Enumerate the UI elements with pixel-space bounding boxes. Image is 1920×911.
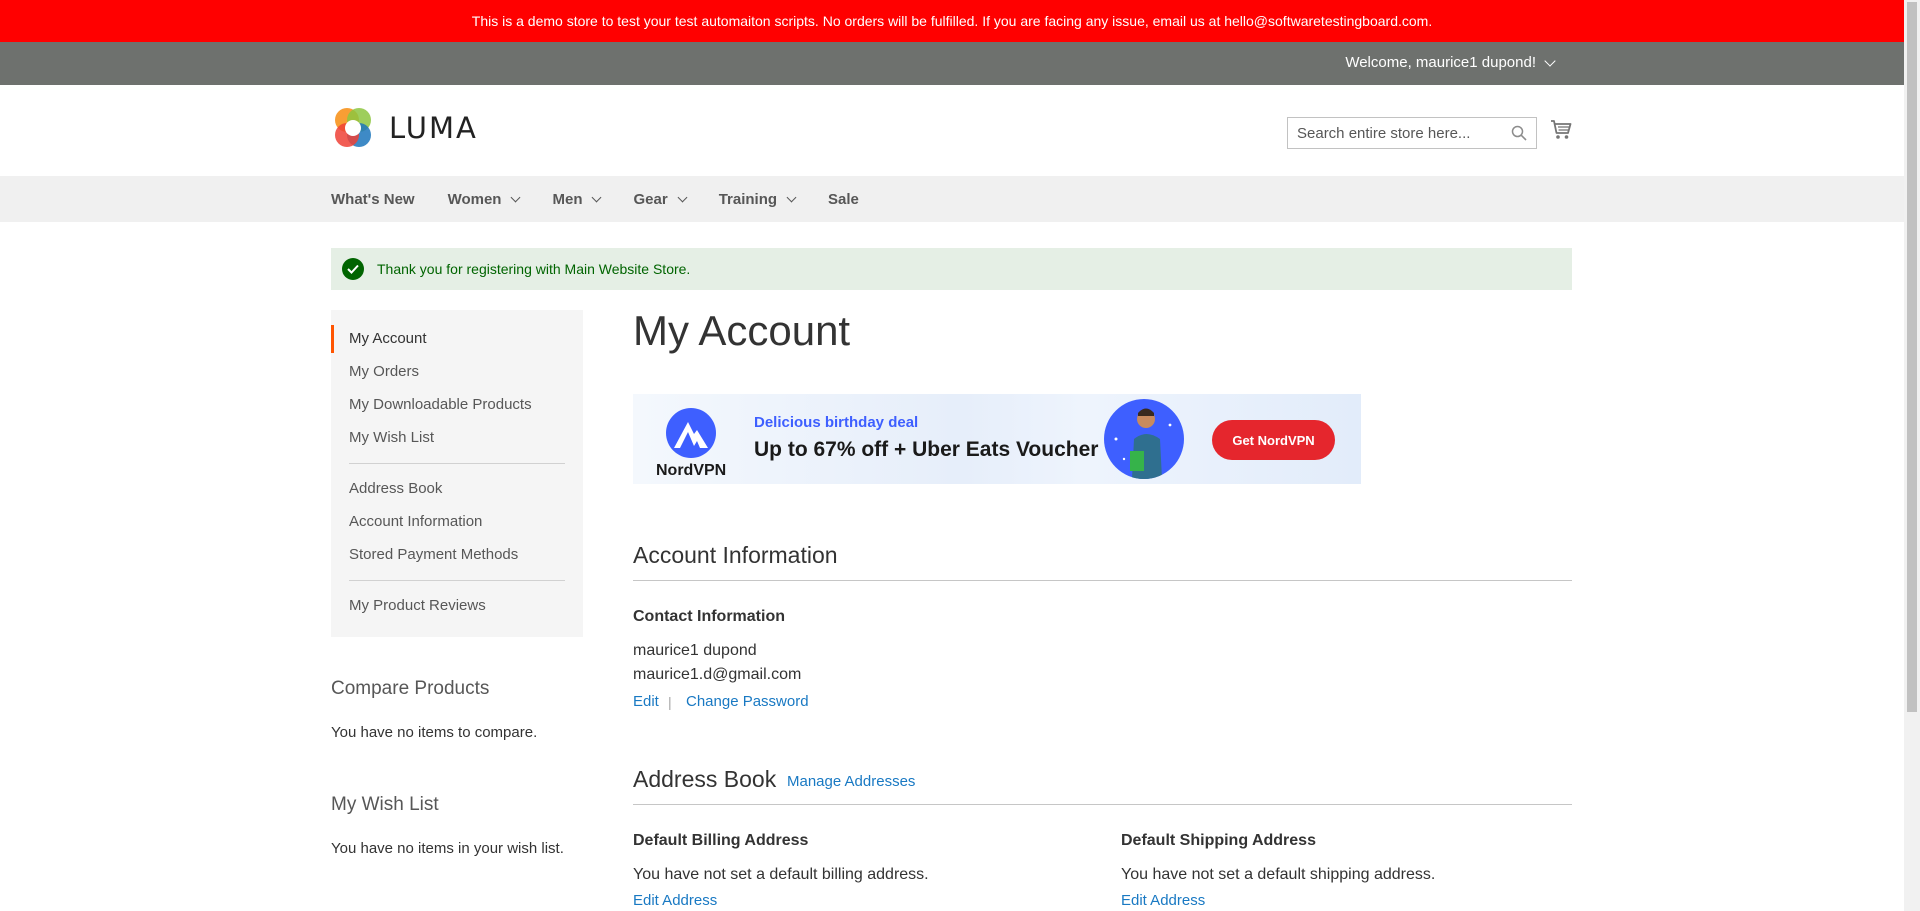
chevron-down-icon	[592, 192, 602, 202]
search-box	[1287, 117, 1537, 149]
logo-text: LUMA	[389, 111, 478, 145]
ad-deal-text: Delicious birthday deal	[754, 414, 919, 431]
default-billing-title: Default Billing Address	[633, 832, 809, 849]
edit-contact-link[interactable]: Edit	[633, 693, 659, 710]
account-information-title: Account Information	[633, 542, 838, 568]
change-password-link[interactable]: Change Password	[686, 693, 809, 710]
sidebar-item-label: My Orders	[349, 363, 420, 380]
default-shipping-title: Default Shipping Address	[1121, 832, 1316, 849]
nav-label: Men	[552, 190, 583, 208]
nav-label: Gear	[633, 190, 668, 208]
sidebar-item-account-information[interactable]: Account Information	[331, 505, 583, 538]
nav-item-training[interactable]: Training	[718, 190, 797, 208]
get-nordvpn-button[interactable]: Get NordVPN	[1212, 420, 1335, 460]
nav-item-sale[interactable]: Sale	[828, 191, 859, 208]
nav-item-men[interactable]: Men	[552, 190, 602, 208]
sidebar-divider	[349, 463, 565, 464]
page-header: LUMA	[0, 85, 1904, 176]
sidebar-item-label: Account Information	[349, 513, 483, 530]
chevron-down-icon	[511, 192, 521, 202]
sidebar-item-my-product-reviews[interactable]: My Product Reviews	[331, 589, 583, 622]
chevron-down-icon	[786, 192, 797, 202]
sidebar-item-label: Stored Payment Methods	[349, 546, 519, 563]
minicart-button[interactable]	[1550, 119, 1572, 146]
sidebar-item-my-orders[interactable]: My Orders	[331, 355, 583, 388]
nordvpn-logo: NordVPN	[656, 408, 726, 480]
compare-products-empty: You have no items to compare.	[331, 724, 538, 741]
nav-label: Training	[718, 190, 778, 208]
search-input[interactable]	[1297, 124, 1507, 142]
nav-item-women[interactable]: Women	[447, 190, 521, 208]
address-book-title: Address Book	[633, 766, 777, 792]
chevron-down-icon	[1544, 54, 1556, 67]
nordvpn-ad-banner[interactable]: NordVPN Delicious birthday deal Up to 67…	[633, 394, 1361, 484]
account-sidebar-nav: My Account My Orders My Downloadable Pro…	[331, 310, 583, 637]
store-logo[interactable]: LUMA	[331, 106, 478, 150]
ad-headline: Up to 67% off + Uber Eats Voucher	[754, 438, 1099, 461]
nordvpn-brand-text: NordVPN	[656, 462, 727, 479]
nav-item-whats-new[interactable]: What's New	[331, 191, 415, 208]
section-divider	[633, 804, 1572, 805]
sidebar-item-address-book[interactable]: Address Book	[331, 472, 583, 505]
default-billing-text: You have not set a default billing addre…	[633, 866, 929, 883]
success-message-text: Thank you for registering with Main Webs…	[377, 261, 691, 277]
customer-name: maurice1 dupond	[633, 642, 757, 659]
manage-addresses-link[interactable]: Manage Addresses	[787, 773, 915, 790]
edit-shipping-address-link[interactable]: Edit Address	[1121, 892, 1205, 909]
customer-welcome-menu[interactable]: Welcome, maurice1 dupond!	[1345, 54, 1556, 71]
sidebar-item-my-downloadable-products[interactable]: My Downloadable Products	[331, 388, 583, 421]
sidebar-item-label: My Product Reviews	[349, 597, 486, 614]
customer-email: maurice1.d@gmail.com	[633, 666, 802, 683]
scrollbar-thumb[interactable]	[1907, 2, 1917, 712]
section-divider	[633, 580, 1572, 581]
edit-billing-address-link[interactable]: Edit Address	[633, 892, 717, 909]
main-navigation: What's New Women Men Gear Training Sale	[0, 176, 1904, 222]
demo-notice-bar: This is a demo store to test your test a…	[0, 0, 1904, 42]
demo-notice-text: This is a demo store to test your test a…	[471, 13, 1433, 29]
success-message: Thank you for registering with Main Webs…	[331, 248, 1572, 290]
default-shipping-text: You have not set a default shipping addr…	[1121, 866, 1436, 883]
wishlist-block-title: My Wish List	[331, 794, 439, 815]
compare-products-title: Compare Products	[331, 678, 490, 699]
contact-information-title: Contact Information	[633, 608, 785, 625]
nav-label: What's New	[331, 190, 415, 208]
page-title: My Account	[633, 307, 851, 354]
search-icon[interactable]	[1511, 125, 1527, 146]
sidebar-item-my-account[interactable]: My Account	[331, 322, 583, 355]
page-scrollbar[interactable]	[1904, 0, 1920, 911]
sidebar-item-label: My Account	[349, 330, 427, 347]
nav-item-gear[interactable]: Gear	[633, 190, 688, 208]
sidebar-item-label: My Downloadable Products	[349, 396, 532, 413]
link-separator: |	[668, 694, 672, 710]
top-header: Welcome, maurice1 dupond!	[0, 42, 1904, 85]
nav-label: Women	[447, 190, 502, 208]
ad-person-image	[1104, 399, 1184, 479]
shopping-cart-icon	[1551, 120, 1572, 139]
sidebar-item-label: Address Book	[349, 480, 443, 497]
chevron-down-icon	[677, 192, 688, 202]
luma-logo-icon	[335, 108, 371, 147]
sidebar-item-label: My Wish List	[349, 429, 435, 446]
nav-label: Sale	[828, 190, 859, 208]
checkmark-icon	[342, 258, 364, 280]
sidebar-item-my-wish-list[interactable]: My Wish List	[331, 421, 583, 454]
mountain-icon	[666, 408, 717, 458]
sidebar-item-stored-payment-methods[interactable]: Stored Payment Methods	[331, 538, 583, 571]
sidebar-divider	[349, 580, 565, 581]
wishlist-block-empty: You have no items in your wish list.	[331, 840, 564, 857]
welcome-text: Welcome, maurice1 dupond!	[1345, 54, 1536, 71]
